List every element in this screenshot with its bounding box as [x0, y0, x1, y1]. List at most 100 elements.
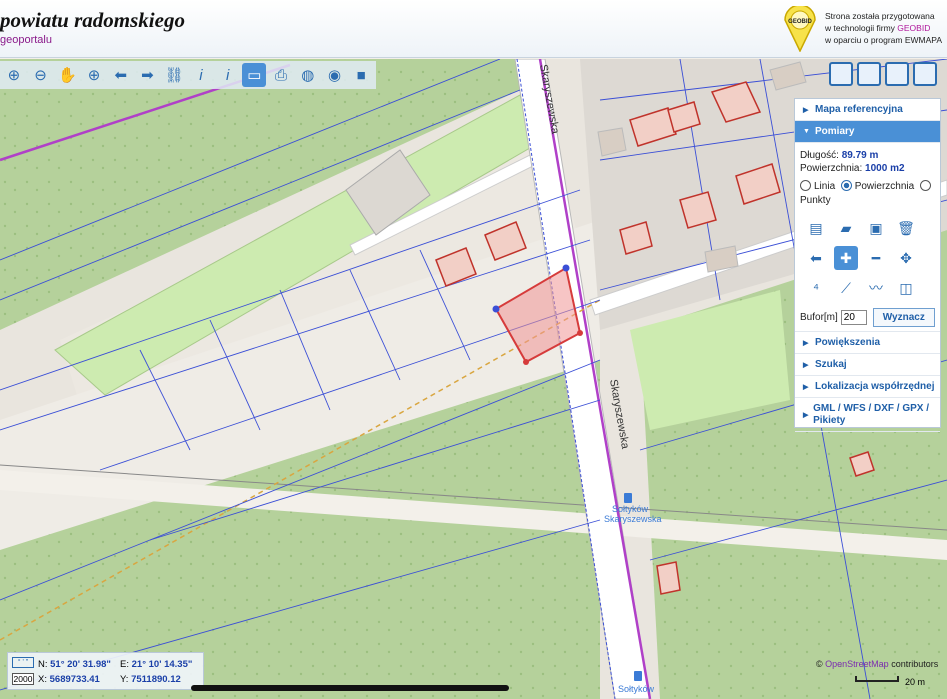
cube-icon[interactable]: ◫ [894, 276, 918, 300]
scale-value[interactable]: 2000 [12, 673, 34, 685]
osm-link[interactable]: OpenStreetMap [825, 659, 889, 669]
scale-bar-label: 20 m [905, 677, 926, 687]
target-icon[interactable]: ◉ [323, 63, 347, 87]
pan-hand-icon[interactable]: ✋ [55, 63, 79, 87]
move-icon[interactable]: ✥ [894, 246, 918, 270]
remove-point-icon[interactable]: ━ [864, 246, 888, 270]
radio-points[interactable] [919, 180, 931, 191]
home-indicator[interactable] [191, 685, 509, 691]
accordion-zoom[interactable]: ▶ Powiększenia [795, 332, 940, 354]
coord-e: E: 21° 10' 14.35" [120, 659, 192, 670]
coord-n-label: N: [38, 659, 48, 670]
attribution-suffix: contributors [888, 659, 939, 669]
radio-line[interactable] [800, 180, 811, 191]
coord-y-label: Y: [120, 674, 129, 685]
chevron-right-icon: ▶ [803, 411, 809, 419]
radio-area-label: Powierzchnia [854, 181, 915, 192]
accordion-label: GML / WFS / DXF / GPX / Pikiety [813, 402, 930, 426]
buffer-label: Bufor[m] [800, 312, 838, 323]
accordion-search[interactable]: ▶ Szukaj [795, 354, 940, 376]
vertex-handle[interactable] [523, 359, 529, 365]
credit-line-3: w oparciu o program EWMAPA [825, 35, 942, 45]
bus-stop-icon[interactable] [624, 493, 632, 503]
coordinates-box: ° ' " 2000 N: 51° 20' 31.98" E: 21° 10' … [7, 652, 204, 690]
radio-area[interactable] [840, 180, 852, 191]
site-title: powiatu radomskiego [0, 8, 185, 32]
chevron-right-icon: ▶ [803, 106, 809, 114]
coordinate-format-icon[interactable]: ° ' " [12, 657, 34, 668]
profile-icon[interactable]: 〰 [864, 276, 888, 300]
credit-line-1: Strona została przygotowana [825, 11, 935, 21]
info-icon[interactable]: i [189, 63, 213, 87]
geobid-logo[interactable]: GEOBID [782, 6, 818, 52]
print-icon[interactable]: ⎙ [269, 63, 293, 87]
zoom-window-icon[interactable]: ⊕ [82, 63, 106, 87]
building [656, 561, 681, 595]
stop-label: Skaryszewska [604, 514, 662, 524]
accordion-reference-map[interactable]: ▶ Mapa referencyjna [795, 99, 940, 121]
compute-button[interactable]: Wyznacz [872, 308, 935, 327]
vertex-handle[interactable] [562, 264, 570, 272]
coord-x-label: X: [38, 674, 47, 685]
accordion-coord-location[interactable]: ▶ Lokalizacja współrzędnej [795, 376, 940, 398]
coord-x: X: 5689733.41 [38, 674, 100, 685]
coord-e-value: 21° 10' 14.35" [131, 659, 193, 670]
coord-x-value: 5689733.41 [49, 674, 100, 685]
tools-panel: ▶ Mapa referencyjna ▼ Pomiary Długość: 89.… [794, 98, 941, 432]
info-list-icon[interactable]: i [216, 63, 240, 87]
trash-icon[interactable]: 🗑 [894, 216, 918, 240]
accordion-label: Szukaj [815, 359, 847, 370]
buffer-input[interactable] [840, 310, 867, 325]
add-point-icon[interactable]: ✚ [834, 246, 858, 270]
radio-points-label: Punkty [800, 195, 831, 206]
arrow-right-icon[interactable]: ➡ [136, 63, 160, 87]
polyline-icon[interactable]: ⟋ [834, 276, 858, 300]
left-panel-icon[interactable] [857, 62, 881, 86]
length-row: Długość: 89.79 m [800, 149, 935, 162]
coord-y: Y: 7511890.12 [120, 674, 181, 685]
credit-brand[interactable]: GEOBID [897, 23, 930, 33]
bus-stop-icon[interactable] [634, 671, 642, 681]
arrow-left-icon[interactable]: ⬅ [109, 63, 133, 87]
window-layout-icon[interactable] [829, 62, 853, 86]
right-panel-icon[interactable] [913, 62, 937, 86]
coord-n-value: 51° 20' 31.98" [50, 659, 111, 670]
accordion-label: Powiększenia [815, 337, 881, 348]
area-row: Powierzchnia: 1000 m2 [800, 162, 935, 175]
folder-icon[interactable]: ▰ [834, 216, 858, 240]
link-icon[interactable]: ⛓ [162, 63, 186, 87]
credit-line-2: w technologii firmy GEOBID [825, 22, 942, 34]
layout-tools [829, 62, 941, 86]
credit-line-2-prefix: w technologii firmy [825, 23, 898, 33]
map-toolbar: ⊕ ⊖ ✋ ⊕ ⬅ ➡ ⛓ i i ▭ ⎙ ◍ ◉ ■ [0, 61, 376, 89]
measure-mode-options: Linia Powierzchnia Punkty [800, 180, 935, 208]
chevron-right-icon: ▶ [803, 361, 809, 369]
measure-tools: ▤ ▰ ▣ 🗑 ⬅ ✚ ━ ✥ ⁴ ⟋ 〰 ◫ [804, 216, 935, 300]
attribution: © OpenStreetMap contributors [816, 659, 938, 669]
scale-bar [855, 676, 899, 682]
coord-e-label: E: [120, 659, 129, 670]
accordion-export[interactable]: ▶ GML / WFS / DXF / GPX / Pikiety [795, 398, 940, 432]
zoom-in-icon[interactable]: ⊕ [2, 63, 26, 87]
accordion-measurements[interactable]: ▼ Pomiary [795, 121, 940, 143]
chevron-right-icon: ▶ [803, 339, 809, 347]
document-icon[interactable]: ▤ [804, 216, 828, 240]
ruler-icon[interactable]: ▭ [242, 63, 267, 87]
export-icon[interactable] [885, 62, 909, 86]
coordinate-point-icon[interactable]: ⁴ [804, 276, 828, 300]
area-value: 1000 m2 [865, 163, 905, 174]
attribution-prefix: © [816, 659, 826, 669]
coord-n: N: 51° 20' 31.98" [38, 659, 111, 670]
camera-icon[interactable]: ■ [349, 63, 373, 87]
back-arrow-icon[interactable]: ⬅ [804, 246, 828, 270]
zoom-out-icon[interactable]: ⊖ [29, 63, 53, 87]
radio-line-label: Linia [814, 181, 836, 192]
vertex-handle[interactable] [492, 305, 500, 313]
globe-icon[interactable]: ◍ [296, 63, 320, 87]
length-value: 89.79 m [841, 150, 879, 161]
save-icon[interactable]: ▣ [864, 216, 888, 240]
measurement-section: Długość: 89.79 m Powierzchnia: 1000 m2 L… [795, 143, 940, 332]
vertex-handle[interactable] [577, 330, 583, 336]
coord-y-value: 7511890.12 [131, 674, 181, 685]
site-subtitle[interactable]: geoportalu [0, 34, 52, 46]
